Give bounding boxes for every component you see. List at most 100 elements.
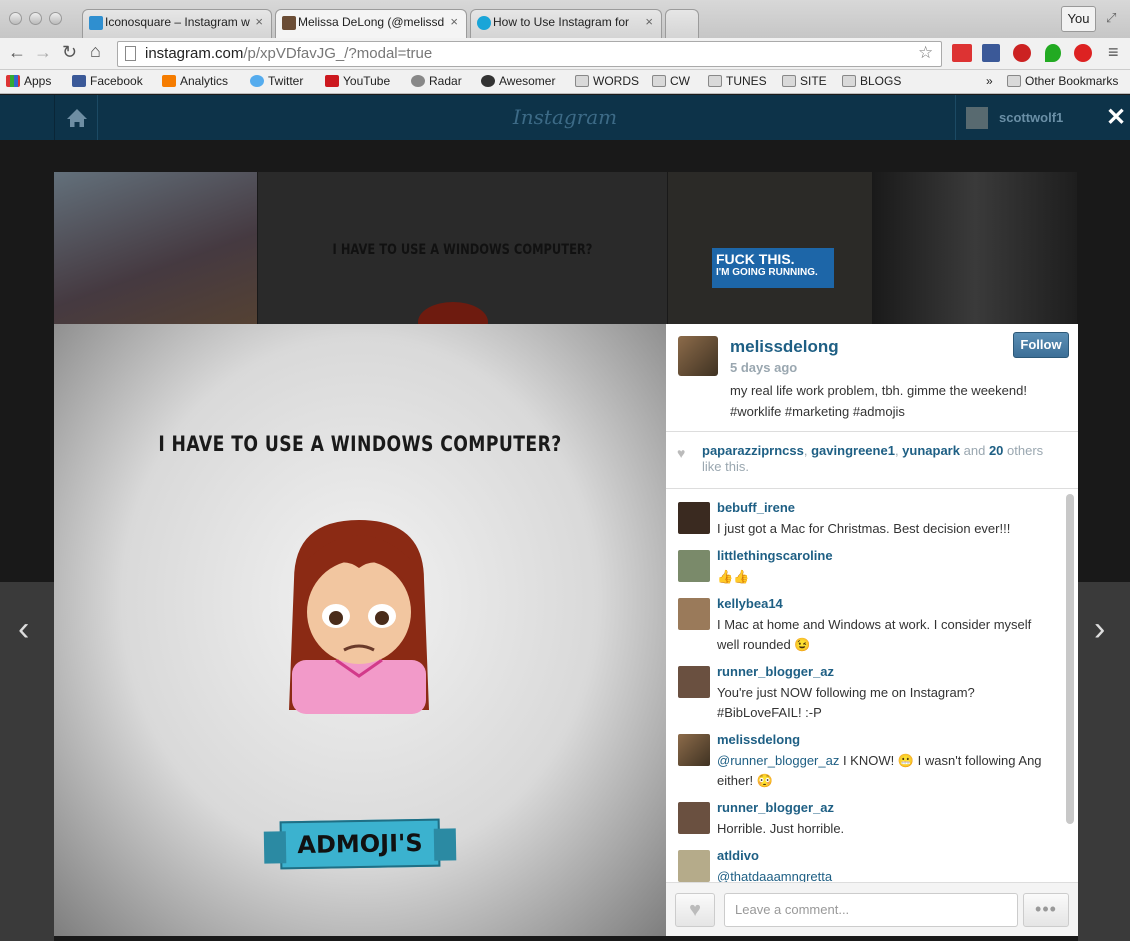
comments-list[interactable]: bebuff_irene I just got a Mac for Christ… — [666, 490, 1078, 882]
tab-about[interactable]: How to Use Instagram for × — [470, 9, 662, 38]
url-host: instagram.com — [145, 45, 244, 62]
comment-username[interactable]: littlethingscaroline — [717, 548, 833, 563]
avatar — [966, 107, 988, 129]
folder-icon — [1007, 75, 1021, 87]
comment-text: I just got a Mac for Christmas. Best dec… — [717, 521, 1011, 536]
gmail-icon[interactable] — [952, 44, 972, 62]
person-emoji-icon — [289, 520, 429, 714]
mention-link[interactable]: @runner_blogger_az — [717, 753, 839, 768]
comment-username[interactable]: runner_blogger_az — [717, 664, 834, 679]
heart-icon: ♥ — [689, 899, 701, 921]
analytics-icon — [162, 75, 176, 87]
tab-label: How to Use Instagram for — [493, 15, 630, 29]
minimize-window-button[interactable] — [29, 12, 42, 25]
follow-button[interactable]: Follow — [1013, 332, 1069, 358]
bookmark-radar[interactable]: Radar — [411, 74, 462, 88]
youtube-icon — [325, 75, 339, 87]
user-menu[interactable]: scottwolf1 — [955, 95, 1080, 140]
reload-icon[interactable]: ↻ — [62, 42, 77, 63]
liker-link[interactable]: paparazziprncss — [702, 443, 804, 458]
admojis-badge: ADMOJI'S — [279, 818, 441, 870]
post-details-panel: melissdelong 5 days ago my real life wor… — [666, 324, 1078, 936]
mention-link[interactable]: @thatdaaamngretta — [717, 869, 832, 882]
bookmark-folder-cw[interactable]: CW — [652, 74, 690, 88]
avatar[interactable] — [678, 550, 710, 582]
more-options-button[interactable]: ••• — [1023, 893, 1069, 927]
twitter-icon — [250, 75, 264, 87]
other-bookmarks[interactable]: Other Bookmarks — [1007, 74, 1118, 88]
close-tab-icon[interactable]: × — [645, 14, 653, 29]
close-tab-icon[interactable]: × — [255, 14, 263, 29]
close-window-button[interactable] — [9, 12, 22, 25]
avatar[interactable] — [678, 598, 710, 630]
evernote-ext-icon[interactable] — [1045, 44, 1061, 62]
comment-bar: ♥ Leave a comment... ••• — [666, 882, 1078, 936]
sign-line: I'M GOING RUNNING. — [716, 267, 818, 278]
emoji-hair-shape — [418, 302, 488, 324]
bookmark-analytics[interactable]: Analytics — [162, 74, 228, 88]
comment-username[interactable]: atldivo — [717, 848, 759, 863]
bookmark-folder-tunes[interactable]: TUNES — [708, 74, 767, 88]
post-timestamp[interactable]: 5 days ago — [730, 360, 797, 375]
avatar[interactable] — [678, 666, 710, 698]
stop-ext-icon[interactable] — [1013, 44, 1031, 62]
bookmark-facebook[interactable]: Facebook — [72, 74, 143, 88]
folder-icon — [842, 75, 856, 87]
menu-icon[interactable]: ≡ — [1108, 42, 1119, 63]
post-username[interactable]: melissdelong — [730, 337, 839, 357]
forward-icon[interactable]: → — [34, 42, 52, 63]
adblock-icon[interactable] — [1074, 44, 1092, 62]
comment-username[interactable]: bebuff_irene — [717, 500, 795, 515]
bookmark-folder-site[interactable]: SITE — [782, 74, 827, 88]
close-modal-icon[interactable]: ✕ — [1106, 103, 1126, 132]
likes-and: and — [963, 443, 986, 458]
bookmarks-bar: Apps Facebook Analytics Twitter YouTube … — [0, 70, 1130, 94]
back-icon[interactable]: ← — [8, 42, 26, 63]
facebook-ext-icon[interactable] — [982, 44, 1000, 62]
post-caption: my real life work problem, tbh. gimme th… — [730, 383, 1027, 419]
background-thumbnail[interactable] — [873, 172, 1077, 324]
next-arrow-icon[interactable]: › — [1094, 610, 1105, 649]
home-icon[interactable]: ⌂ — [90, 41, 101, 62]
comment-username[interactable]: kellybea14 — [717, 596, 783, 611]
comments-scrollbar[interactable] — [1066, 494, 1074, 824]
bookmark-youtube[interactable]: YouTube — [325, 74, 390, 88]
avatar[interactable] — [678, 850, 710, 882]
bookmarks-overflow[interactable]: » — [986, 74, 993, 88]
avatar[interactable] — [678, 336, 718, 376]
background-thumbnail[interactable] — [54, 172, 257, 324]
avatar[interactable] — [678, 734, 710, 766]
tab-instagram[interactable]: Melissa DeLong (@melissd × — [275, 9, 467, 38]
page-icon — [125, 46, 136, 61]
likes-count[interactable]: 20 — [989, 443, 1003, 458]
post-photo[interactable]: I HAVE TO USE A WINDOWS COMPUTER? ADMOJI… — [54, 324, 666, 936]
browser-toolbar: ← → ↻ ⌂ instagram.com/p/xpVDfavJG_/?moda… — [0, 38, 1130, 70]
folder-icon — [782, 75, 796, 87]
bookmark-awesomer[interactable]: Awesomer — [481, 74, 555, 88]
new-tab-button[interactable] — [665, 9, 699, 38]
comment-text: Horrible. Just horrible. — [717, 821, 845, 836]
bookmark-apps[interactable]: Apps — [6, 74, 51, 88]
bookmark-twitter[interactable]: Twitter — [250, 74, 303, 88]
avatar[interactable] — [678, 802, 710, 834]
fullscreen-icon[interactable]: ⤢ — [1106, 10, 1116, 26]
previous-arrow-icon[interactable]: ‹ — [18, 610, 29, 649]
bookmark-folder-blogs[interactable]: BLOGS — [842, 74, 901, 88]
liker-link[interactable]: yunapark — [902, 443, 960, 458]
like-button[interactable]: ♥ — [675, 893, 715, 927]
close-tab-icon[interactable]: × — [450, 14, 458, 29]
comment-username[interactable]: melissdelong — [717, 732, 800, 747]
background-thumbnail[interactable]: I HAVE TO USE A WINDOWS COMPUTER? — [258, 172, 667, 324]
profile-button[interactable]: You — [1061, 6, 1096, 32]
comment-username[interactable]: runner_blogger_az — [717, 800, 834, 815]
zoom-window-button[interactable] — [49, 12, 62, 25]
folder-icon — [708, 75, 722, 87]
background-thumbnail[interactable]: FUCK THIS. I'M GOING RUNNING. — [668, 172, 872, 324]
tab-iconosquare[interactable]: Iconosquare – Instagram w × — [82, 9, 272, 38]
liker-link[interactable]: gavingreene1 — [811, 443, 895, 458]
bookmark-star-icon[interactable]: ☆ — [918, 43, 933, 63]
address-bar[interactable]: instagram.com/p/xpVDfavJG_/?modal=true ☆ — [117, 41, 942, 67]
avatar[interactable] — [678, 502, 710, 534]
comment-input[interactable]: Leave a comment... — [724, 893, 1018, 927]
bookmark-folder-words[interactable]: WORDS — [575, 74, 639, 88]
